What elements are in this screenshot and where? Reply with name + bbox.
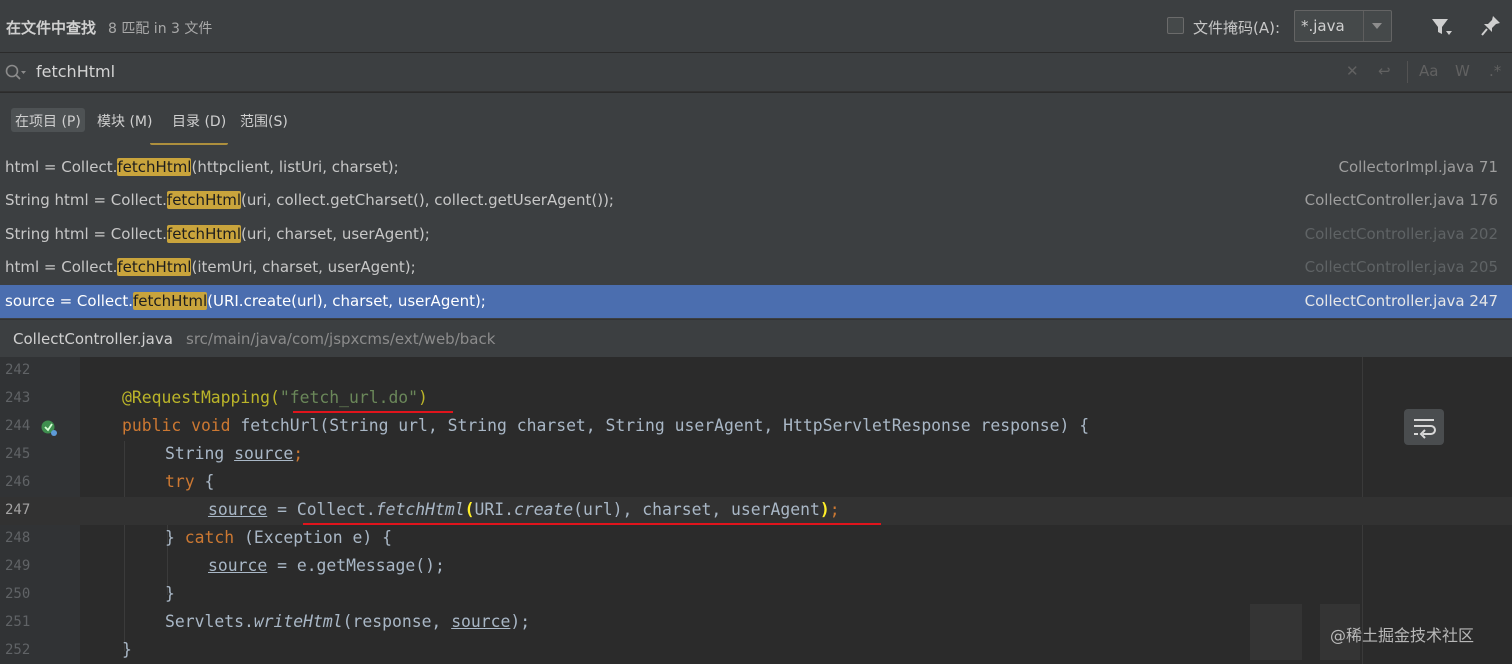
soft-wrap-button[interactable] xyxy=(1404,409,1444,445)
line-number: 242 xyxy=(5,362,31,378)
result-code: html = Collect.fetchHtml(itemUri, charse… xyxy=(5,258,416,276)
tab-directory[interactable]: 目录 (D) xyxy=(168,108,230,132)
tab-scope[interactable]: 范围(S) xyxy=(236,108,292,132)
tab-module[interactable]: 模块 (M) xyxy=(93,108,156,132)
result-location: CollectController.java 205 xyxy=(1304,258,1498,276)
preview-file-path: CollectController.java src/main/java/com… xyxy=(0,319,1512,357)
result-location: CollectController.java 202 xyxy=(1304,225,1498,243)
match-highlight: fetchHtml xyxy=(117,258,192,276)
code-line: 246 try { xyxy=(0,469,1512,497)
code-line-current: 247 source = Collect.fetchHtml(URI.creat… xyxy=(0,497,1512,525)
line-number: 246 xyxy=(5,474,31,490)
code-line: 244 public void fetchUrl(String url, Str… xyxy=(0,413,1512,441)
results-list: html = Collect.fetchHtml(httpclient, lis… xyxy=(0,143,1512,319)
tab-in-project[interactable]: 在项目 (P) xyxy=(11,108,85,132)
line-number: 247 xyxy=(5,502,31,518)
result-row[interactable]: html = Collect.fetchHtml(itemUri, charse… xyxy=(0,251,1512,284)
red-underline-annotation xyxy=(293,411,453,413)
line-number: 251 xyxy=(5,614,31,630)
file-mask-checkbox[interactable] xyxy=(1167,17,1184,34)
search-row: ✕ ↩ Aa W .* xyxy=(0,53,1512,92)
code-line: 249 source = e.getMessage(); xyxy=(0,553,1512,581)
match-highlight: fetchHtml xyxy=(166,225,242,243)
match-highlight: fetchHtml xyxy=(166,191,242,209)
select-divider xyxy=(1363,11,1364,41)
code-text: public void fetchUrl(String url, String … xyxy=(122,416,1090,435)
clear-icon[interactable]: ✕ xyxy=(1346,62,1359,80)
result-location: CollectController.java 247 xyxy=(1304,292,1498,310)
code-text: try { xyxy=(165,472,215,491)
code-line: 248 } catch (Exception e) { xyxy=(0,525,1512,553)
line-number: 248 xyxy=(5,530,31,546)
result-code: source = Collect.fetchHtml(URI.create(ur… xyxy=(5,292,486,310)
filter-icon[interactable] xyxy=(1430,16,1452,38)
code-text: } catch (Exception e) { xyxy=(165,528,392,547)
pin-icon[interactable] xyxy=(1480,14,1502,38)
words-toggle[interactable]: W xyxy=(1455,62,1470,80)
code-text: source = Collect.fetchHtml(URI.create(ur… xyxy=(208,500,840,519)
watermark-backdrop xyxy=(1250,604,1302,660)
code-text: } xyxy=(122,640,132,659)
result-code: String html = Collect.fetchHtml(uri, cha… xyxy=(5,225,430,243)
result-row[interactable]: String html = Collect.fetchHtml(uri, cha… xyxy=(0,218,1512,251)
dialog-title: 在文件中查找 xyxy=(6,19,97,37)
line-number: 243 xyxy=(5,390,31,406)
code-line: 242 xyxy=(0,357,1512,385)
result-location: CollectorImpl.java 71 xyxy=(1338,158,1498,176)
code-text: @RequestMapping("fetch_url.do") xyxy=(122,388,428,407)
previous-row-partial-match xyxy=(150,143,228,145)
soft-wrap-icon xyxy=(1414,419,1436,439)
code-text: source = e.getMessage(); xyxy=(208,556,445,575)
match-case-toggle[interactable]: Aa xyxy=(1419,62,1438,80)
code-text: } xyxy=(165,584,175,603)
chevron-down-icon[interactable] xyxy=(1372,23,1382,29)
new-line-icon[interactable]: ↩ xyxy=(1378,62,1391,80)
search-icon[interactable] xyxy=(4,63,26,81)
result-code: html = Collect.fetchHtml(httpclient, lis… xyxy=(5,158,399,176)
line-number: 249 xyxy=(5,558,31,574)
code-text: Servlets.writeHtml(response, source); xyxy=(165,612,531,631)
result-row[interactable]: String html = Collect.fetchHtml(uri, col… xyxy=(0,184,1512,217)
watermark: @稀土掘金技术社区 xyxy=(1330,626,1475,645)
match-count: 8 匹配 in 3 文件 xyxy=(108,21,213,37)
preview-file-name: CollectController.java xyxy=(13,330,173,348)
result-location: CollectController.java 176 xyxy=(1304,191,1498,209)
regex-icon[interactable]: .* xyxy=(1489,62,1501,80)
code-text: String source; xyxy=(165,444,304,463)
file-mask-label: 文件掩码(A): xyxy=(1193,19,1281,37)
scope-tabs: 在项目 (P) 模块 (M) 目录 (D) 范围(S) xyxy=(0,93,1512,143)
line-number: 252 xyxy=(5,642,31,658)
find-in-files-header: 在文件中查找 8 匹配 in 3 文件 文件掩码(A): *.java xyxy=(0,0,1512,52)
red-underline-annotation xyxy=(303,523,881,525)
code-line: 245 String source; xyxy=(0,441,1512,469)
result-row-selected[interactable]: source = Collect.fetchHtml(URI.create(ur… xyxy=(0,285,1512,318)
file-mask-select[interactable]: *.java xyxy=(1294,10,1392,42)
result-row[interactable]: html = Collect.fetchHtml(httpclient, lis… xyxy=(0,151,1512,184)
request-mapping-gutter-icon[interactable] xyxy=(40,419,58,437)
line-number: 250 xyxy=(5,586,31,602)
match-highlight: fetchHtml xyxy=(117,158,192,176)
code-line: 243 @RequestMapping("fetch_url.do") xyxy=(0,385,1512,413)
result-code: String html = Collect.fetchHtml(uri, col… xyxy=(5,191,614,209)
line-number: 245 xyxy=(5,446,31,462)
preview-file-dir: src/main/java/com/jspxcms/ext/web/back xyxy=(186,330,496,348)
line-number: 244 xyxy=(5,418,31,434)
toolbar-divider xyxy=(1407,61,1408,83)
match-highlight: fetchHtml xyxy=(133,292,208,310)
file-mask-value: *.java xyxy=(1301,17,1345,35)
search-input[interactable] xyxy=(36,62,636,81)
